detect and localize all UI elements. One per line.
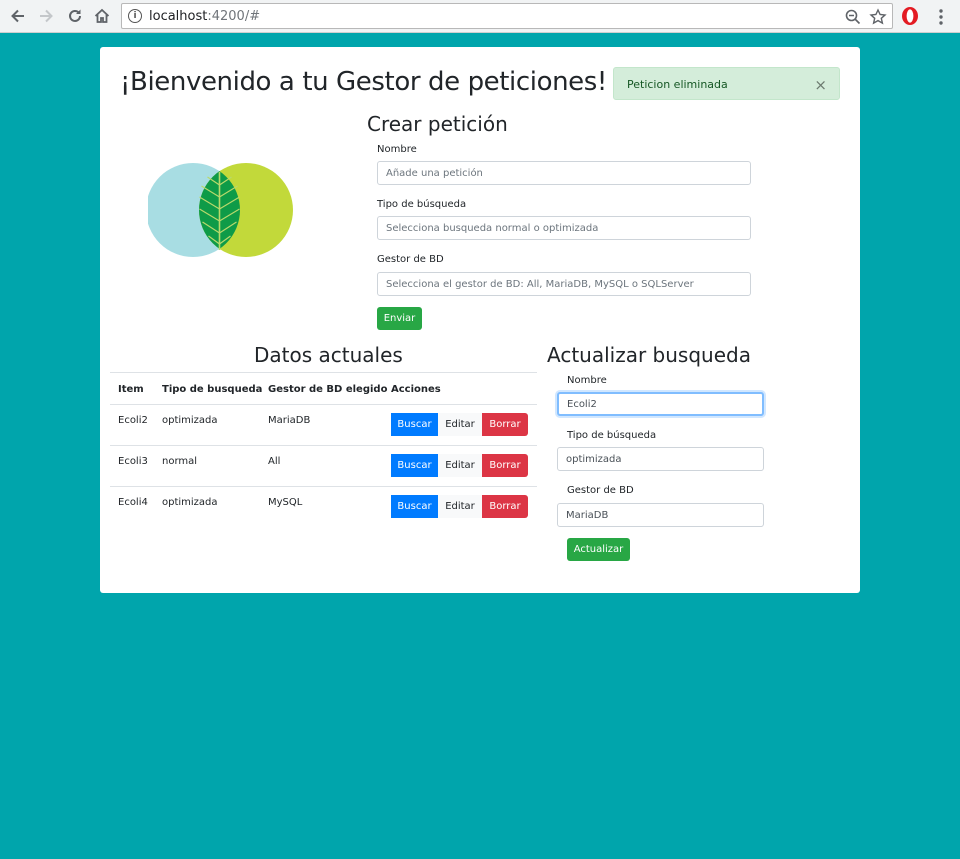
cell-search-type: optimizada: [162, 415, 218, 426]
create-search-type-label: Tipo de búsqueda: [377, 199, 467, 210]
create-search-type-input[interactable]: [377, 216, 751, 240]
main-card: ¡Bienvenido a tu Gestor de peticiones! P…: [100, 47, 860, 593]
home-icon[interactable]: [90, 4, 114, 28]
update-db-input[interactable]: [557, 503, 764, 527]
table-row: Ecoli4 optimizada MySQL Buscar Editar Bo…: [110, 487, 537, 528]
page-title: ¡Bienvenido a tu Gestor de peticiones!: [120, 67, 607, 97]
update-search-type-label: Tipo de búsqueda: [567, 430, 657, 441]
reload-icon[interactable]: [63, 4, 87, 28]
table-row: Ecoli3 normal All Buscar Editar Borrar: [110, 446, 537, 487]
search-button[interactable]: Buscar: [391, 495, 438, 518]
table-title: Datos actuales: [254, 343, 403, 367]
forward-icon[interactable]: [34, 4, 58, 28]
delete-button[interactable]: Borrar: [482, 454, 528, 477]
cell-item: Ecoli4: [118, 497, 148, 508]
bookmark-star-icon[interactable]: [869, 8, 887, 26]
search-button[interactable]: Buscar: [391, 413, 438, 436]
opera-icon[interactable]: [901, 6, 919, 26]
delete-button[interactable]: Borrar: [482, 413, 528, 436]
info-icon[interactable]: i: [128, 9, 142, 23]
browser-toolbar: i localhost:4200/#: [0, 0, 960, 33]
table-row: Ecoli2 optimizada MariaDB Buscar Editar …: [110, 405, 537, 446]
submit-button[interactable]: Enviar: [377, 307, 422, 330]
create-form-title: Crear petición: [367, 112, 508, 136]
close-icon[interactable]: ×: [814, 76, 827, 94]
cell-db: All: [268, 456, 281, 467]
edit-button[interactable]: Editar: [438, 495, 482, 518]
cell-search-type: optimizada: [162, 497, 218, 508]
cell-item: Ecoli3: [118, 456, 148, 467]
header-search-type: Tipo de busqueda: [162, 384, 263, 395]
success-alert: Peticion eliminada ×: [613, 67, 840, 100]
header-actions: Acciones: [391, 384, 441, 395]
data-table: Item Tipo de busqueda Gestor de BD elegi…: [110, 372, 537, 528]
update-search-type-input[interactable]: [557, 447, 764, 471]
create-db-label: Gestor de BD: [377, 254, 444, 265]
create-name-input[interactable]: [377, 161, 751, 185]
create-db-input[interactable]: [377, 272, 751, 296]
update-db-label: Gestor de BD: [567, 485, 634, 496]
url-text: localhost:4200/#: [149, 9, 261, 24]
back-icon[interactable]: [6, 4, 30, 28]
header-db: Gestor de BD elegido: [268, 384, 388, 395]
header-item: Item: [118, 384, 144, 395]
address-bar[interactable]: i localhost:4200/#: [121, 3, 893, 29]
update-name-label: Nombre: [567, 375, 607, 386]
zoom-icon[interactable]: [844, 8, 862, 26]
cell-item: Ecoli2: [118, 415, 148, 426]
logo-venn-leaf: [148, 163, 293, 257]
cell-db: MariaDB: [268, 415, 311, 426]
cell-search-type: normal: [162, 456, 198, 467]
update-form-title: Actualizar busqueda: [547, 343, 751, 367]
update-name-input[interactable]: [557, 392, 764, 416]
menu-kebab-icon[interactable]: [936, 8, 946, 26]
table-header-row: Item Tipo de busqueda Gestor de BD elegi…: [110, 373, 537, 405]
cell-db: MySQL: [268, 497, 303, 508]
search-button[interactable]: Buscar: [391, 454, 438, 477]
edit-button[interactable]: Editar: [438, 454, 482, 477]
edit-button[interactable]: Editar: [438, 413, 482, 436]
alert-message: Peticion eliminada: [627, 78, 728, 91]
create-name-label: Nombre: [377, 144, 417, 155]
update-button[interactable]: Actualizar: [567, 538, 630, 561]
delete-button[interactable]: Borrar: [482, 495, 528, 518]
